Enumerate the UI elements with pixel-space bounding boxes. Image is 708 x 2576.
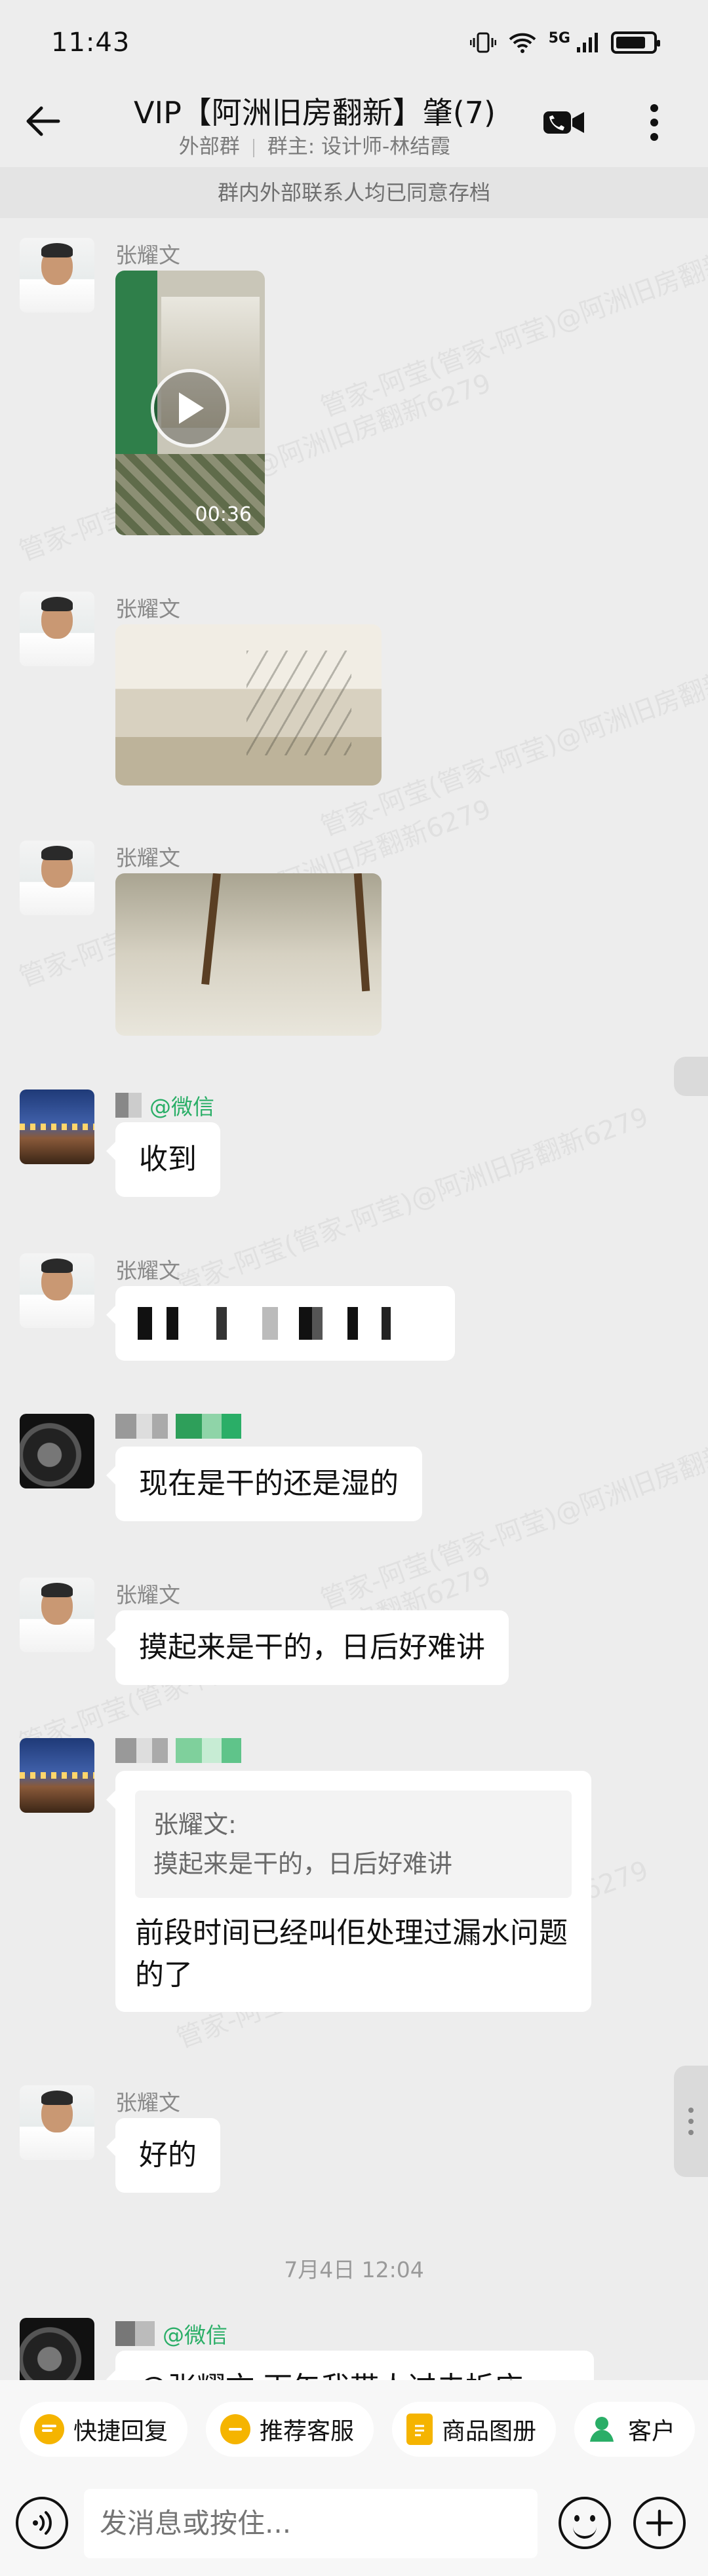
wechat-tag: @微信 [163, 2322, 227, 2348]
chip-label: 推荐客服 [260, 2418, 355, 2445]
more-actions-button[interactable] [633, 2497, 686, 2549]
video-message[interactable]: 00:36 [115, 271, 265, 535]
pixelated-name [176, 1738, 241, 1763]
watermark: 管家-阿莹(管家-阿莹)@阿洲旧房翻新6279 [317, 223, 708, 423]
voice-button[interactable] [16, 2497, 68, 2549]
image-pipe [201, 873, 221, 985]
emoji-button[interactable] [559, 2497, 611, 2549]
battery-icon [611, 31, 660, 54]
video-call-button[interactable] [538, 100, 590, 145]
quick-actions-bar: 快捷回复 推荐客服 商品图册 客户 [0, 2380, 708, 2478]
pixelated-name [115, 1738, 168, 1763]
pixelated-name [115, 1093, 142, 1118]
chip-label: 商品图册 [442, 2418, 537, 2445]
more-vertical-icon [688, 2108, 694, 2135]
pixelated-name [115, 2321, 155, 2346]
avatar[interactable] [20, 1578, 94, 1652]
avatar[interactable] [20, 2318, 94, 2380]
image-stain [246, 651, 351, 755]
text-bubble[interactable]: 现在是干的还是湿的 [106, 1447, 422, 1521]
watermark: 管家-阿莹(管家-阿莹)@阿洲旧房翻新6279 [172, 1101, 653, 1301]
chip-label: 快捷回复 [73, 2418, 168, 2445]
sender-name: 张耀文 [115, 2090, 180, 2115]
back-button[interactable] [20, 98, 66, 144]
signal-icon [577, 33, 598, 52]
sender-name: 张耀文 [115, 242, 180, 268]
pixelated-bubble[interactable] [106, 1286, 455, 1361]
video-duration: 00:36 [195, 503, 252, 526]
text-bubble[interactable]: 好的 [106, 2118, 220, 2193]
customer-icon [589, 2414, 619, 2444]
message-input-bar [0, 2478, 708, 2576]
status-icons: 5G [469, 29, 660, 54]
avatar[interactable] [20, 2085, 94, 2160]
play-button[interactable] [151, 369, 229, 447]
group-subtitle: 外部群 群主: 设计师-林结霞 [92, 130, 538, 159]
avatar[interactable] [20, 1253, 94, 1328]
avatar[interactable] [20, 1738, 94, 1813]
avatar[interactable] [20, 1089, 94, 1164]
recommend-service-button[interactable]: 推荐客服 [206, 2402, 374, 2457]
pixelated-content [138, 1307, 426, 1340]
wifi-icon [509, 33, 536, 53]
quote-text: 摸起来是干的，日后好难讲 [153, 1849, 453, 1878]
wechat-tag: @微信 [149, 1094, 214, 1120]
vibrate-icon [469, 32, 496, 53]
sender-name: 张耀文 [115, 1582, 180, 1608]
quoted-message[interactable]: 张耀文: 摸起来是干的，日后好难讲 [135, 1790, 572, 1898]
plus-icon [646, 2509, 673, 2537]
side-drawer-tab[interactable] [674, 1057, 708, 1096]
sender-name: 张耀文 [115, 596, 180, 622]
voice-icon [33, 2511, 52, 2535]
chat-header: VIP【阿洲旧房翻新】肇(7) 外部群 群主: 设计师-林结霞 [0, 85, 708, 167]
reply-text: 前段时间已经叫佢处理过漏水问题的了 [135, 1916, 568, 1992]
text-bubble[interactable]: 收到 [106, 1122, 220, 1197]
archive-notice: 群内外部联系人均已同意存档 [0, 167, 708, 218]
play-icon [179, 392, 204, 424]
more-vertical-icon [650, 104, 658, 141]
avatar[interactable] [20, 592, 94, 666]
reply-bubble[interactable]: 张耀文: 摸起来是干的，日后好难讲 前段时间已经叫佢处理过漏水问题的了 [106, 1771, 591, 2012]
group-owner: 群主: 设计师-林结霞 [267, 135, 451, 159]
pixelated-name [176, 1414, 241, 1439]
chip-label: 客户 [628, 2418, 676, 2445]
video-camera-icon [543, 111, 584, 134]
message-input[interactable] [84, 2489, 538, 2558]
group-title[interactable]: VIP【阿洲旧房翻新】肇(7) [92, 89, 538, 132]
divider [252, 138, 254, 157]
sender-name: @微信 [115, 2318, 227, 2349]
sender-name: @微信 [115, 1089, 214, 1121]
avatar[interactable] [20, 238, 94, 313]
quote-author: 张耀文: [153, 1810, 237, 1839]
text-bubble[interactable]: 摸起来是干的，日后好难讲 [106, 1610, 509, 1685]
catalog-icon [406, 2414, 433, 2445]
quick-reply-button[interactable]: 快捷回复 [20, 2402, 188, 2457]
sender-name [115, 1738, 241, 1763]
product-catalog-button[interactable]: 商品图册 [392, 2402, 557, 2457]
status-time: 11:43 [51, 28, 130, 58]
side-drawer-handle[interactable] [674, 2066, 708, 2177]
image-message[interactable] [115, 873, 382, 1036]
image-pipe [353, 873, 370, 992]
image-message[interactable] [115, 624, 382, 786]
more-options-button[interactable] [635, 100, 674, 145]
pixelated-name [115, 1414, 168, 1439]
quick-reply-icon [34, 2414, 64, 2444]
sender-name [115, 1414, 241, 1439]
avatar[interactable] [20, 1414, 94, 1488]
message-timestamp: 7月4日 12:04 [284, 2257, 424, 2282]
chat-messages[interactable]: 管家-阿莹(管家-阿莹)@阿洲旧房翻新6279 管家-阿莹(管家-阿莹)@阿洲旧… [0, 218, 708, 2380]
sender-name: 张耀文 [115, 845, 180, 871]
group-type: 外部群 [178, 135, 240, 159]
sender-name: 张耀文 [115, 1258, 180, 1283]
network-label: 5G [548, 29, 570, 47]
service-icon [220, 2414, 251, 2444]
avatar[interactable] [20, 841, 94, 915]
text-bubble[interactable]: @张耀文 下午我带人过去拆床 [106, 2351, 594, 2380]
status-bar: 11:43 5G [0, 0, 708, 85]
arrow-left-icon [26, 106, 60, 136]
customer-button[interactable]: 客户 [574, 2402, 696, 2457]
